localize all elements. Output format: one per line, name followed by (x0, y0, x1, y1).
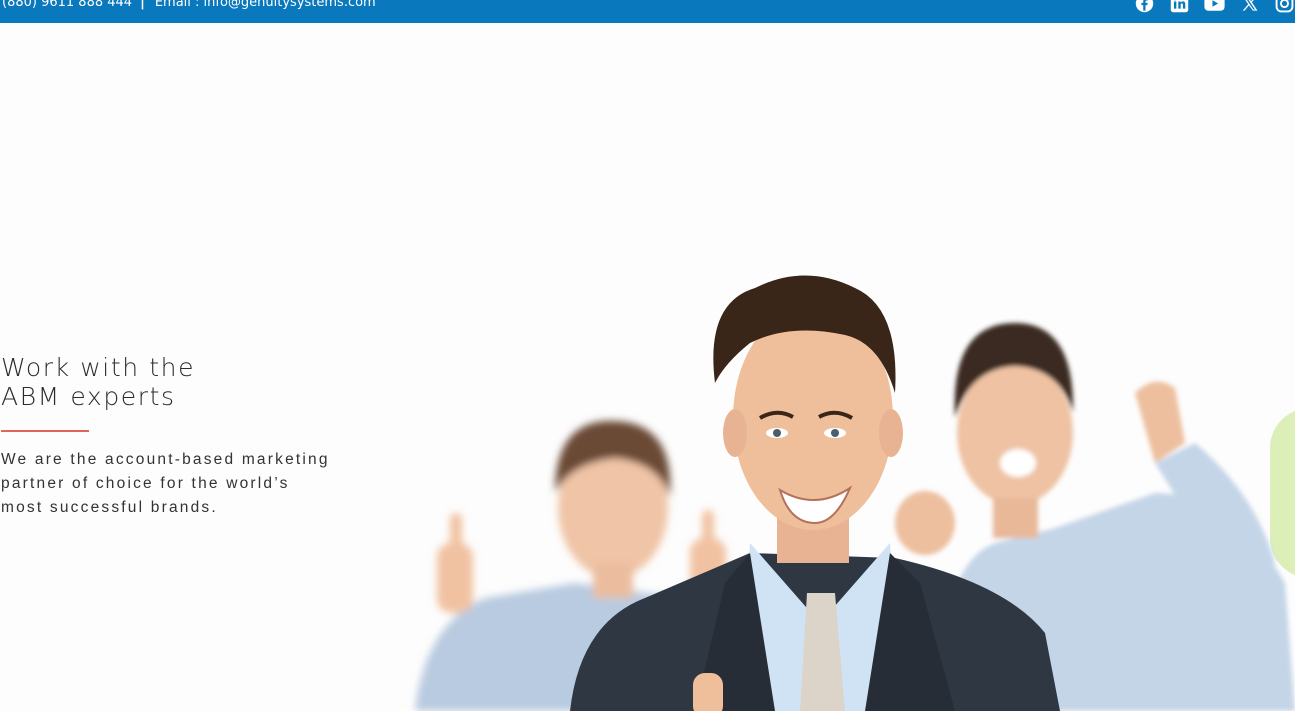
description-line-3: most successful brands. (1, 499, 218, 516)
description-line-2: partner of choice for the world’s (1, 475, 290, 492)
social-links (1134, 0, 1295, 12)
x-icon[interactable] (1239, 0, 1260, 12)
email-address[interactable]: Email : info@genuitysystems.com (155, 0, 376, 10)
instagram-icon[interactable] (1274, 0, 1295, 12)
contact-info: (880) 9611 888 444 | Email : info@genuitys… (2, 0, 376, 12)
phone-number[interactable]: (880) 9611 888 444 (2, 0, 132, 10)
hero-description: We are the account-based marketing partn… (1, 448, 341, 520)
headline-line-2: ABM experts (1, 382, 176, 411)
headline-divider (1, 430, 89, 432)
hero-image (415, 275, 1295, 711)
linkedin-icon[interactable] (1169, 0, 1190, 12)
contact-separator: | (140, 0, 145, 10)
youtube-icon[interactable] (1204, 0, 1225, 12)
top-contact-bar: (880) 9611 888 444 | Email : info@genuitys… (0, 0, 1295, 23)
headline-line-1: Work with the (1, 353, 196, 382)
hero-section: Work with the ABM experts We are the acc… (0, 23, 1295, 711)
description-line-1: We are the account-based marketing (1, 451, 330, 468)
facebook-icon[interactable] (1134, 0, 1155, 12)
hero-headline: Work with the ABM experts (1, 353, 195, 411)
